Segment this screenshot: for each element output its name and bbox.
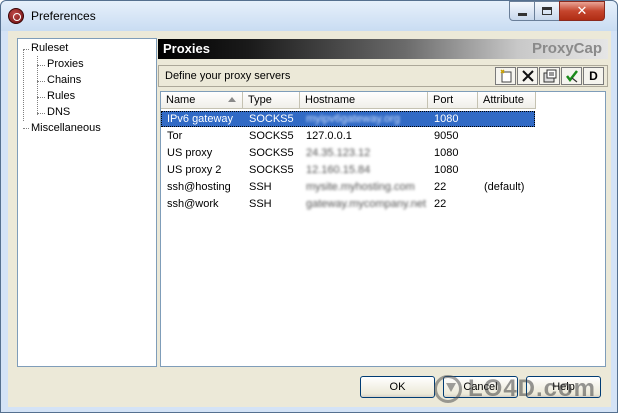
cell-port: 22 (434, 198, 447, 210)
new-icon (499, 69, 511, 83)
section-header: Proxies ProxyCap (158, 39, 608, 59)
table-row[interactable]: US proxy SOCKS5 24.35.123.12 1080 (161, 145, 535, 161)
cell-hostname: gateway.mycompany.net (306, 198, 427, 210)
default-proxy-button[interactable]: D (583, 67, 604, 85)
cell-hostname: 127.0.0.1 (306, 130, 352, 142)
proxy-properties-button[interactable] (539, 67, 560, 85)
cell-hostname: 12.160.15.84 (306, 164, 371, 176)
tree-line (37, 113, 45, 114)
lo4d-logo-icon (434, 375, 462, 403)
table-row[interactable]: US proxy 2 SOCKS5 12.160.15.84 1080 (161, 162, 535, 178)
proxycap-app-icon (8, 8, 24, 24)
maximize-button[interactable] (534, 1, 560, 21)
proxy-toolbar: Define your proxy servers D (158, 65, 608, 87)
window-title: Preferences (31, 9, 96, 23)
new-proxy-button[interactable] (495, 67, 516, 85)
cell-name: US proxy (167, 147, 213, 159)
sort-ascending-icon (228, 97, 236, 102)
cell-type: SOCKS5 (249, 113, 294, 125)
check-proxy-button[interactable] (561, 67, 582, 85)
cell-type: SSH (249, 198, 272, 210)
tree-line (37, 81, 45, 82)
d-icon: D (589, 69, 598, 83)
ok-button[interactable]: OK (360, 376, 435, 398)
maximize-icon (542, 7, 552, 15)
proxy-list[interactable]: Name Type Hostname Port Attribute IPv6 g… (160, 91, 606, 367)
column-name-label: Name (166, 94, 196, 106)
lo4d-watermark: LO4D.com (434, 371, 604, 407)
title-bar[interactable]: Preferences ✕ (1, 1, 617, 31)
cell-port: 22 (434, 181, 447, 193)
check-icon (565, 70, 578, 83)
tree-item-miscellaneous[interactable]: Miscellaneous (31, 122, 101, 135)
cell-port: 9050 (434, 130, 459, 142)
cell-name: US proxy 2 (167, 164, 222, 176)
tree-line (23, 128, 29, 129)
table-row[interactable]: ssh@hosting SSH mysite.myhosting.com 22 … (161, 179, 535, 195)
cell-name: IPv6 gateway (167, 113, 234, 125)
tree-item-proxies[interactable]: Proxies (47, 58, 84, 71)
cell-port: 1080 (434, 164, 459, 176)
column-type[interactable]: Type (243, 92, 300, 109)
delete-icon (521, 70, 534, 82)
tree-item-ruleset[interactable]: Ruleset (31, 42, 68, 55)
column-port[interactable]: Port (428, 92, 478, 109)
list-header: Name Type Hostname Port Attribute (161, 92, 605, 109)
column-hostname[interactable]: Hostname (300, 92, 428, 109)
close-icon: ✕ (576, 3, 588, 19)
tree-item-chains[interactable]: Chains (47, 74, 81, 87)
brand-label: ProxyCap (531, 40, 602, 57)
close-button[interactable]: ✕ (559, 1, 605, 21)
tree-line (37, 97, 45, 98)
table-row[interactable]: Tor SOCKS5 127.0.0.1 9050 (161, 128, 535, 144)
tree-line (23, 49, 29, 50)
tree-line (23, 49, 24, 121)
cell-hostname: mysite.myhosting.com (306, 181, 415, 193)
table-row[interactable]: IPv6 gateway SOCKS5 myipv6gateway.org 10… (161, 111, 535, 127)
settings-tree: Ruleset Proxies Chains Rules DNS Miscell… (17, 38, 157, 367)
preferences-window: Preferences ✕ Ruleset Proxies Chains Rul… (0, 0, 618, 413)
delete-proxy-button[interactable] (517, 67, 538, 85)
cell-type: SSH (249, 181, 272, 193)
column-attribute[interactable]: Attribute (478, 92, 536, 109)
cell-type: SOCKS5 (249, 164, 294, 176)
minimize-icon (517, 12, 527, 16)
table-row[interactable]: ssh@work SSH gateway.mycompany.net 22 (161, 196, 535, 212)
dialog-body: Ruleset Proxies Chains Rules DNS Miscell… (8, 31, 611, 407)
cell-port: 1080 (434, 113, 459, 125)
cell-type: SOCKS5 (249, 147, 294, 159)
cell-name: ssh@hosting (167, 181, 231, 193)
cell-attribute: (default) (484, 181, 525, 193)
properties-icon (543, 69, 556, 83)
cell-hostname: 24.35.123.12 (306, 147, 371, 159)
cell-port: 1080 (434, 147, 459, 159)
toolbar-label: Define your proxy servers (165, 70, 291, 82)
cell-name: ssh@work (167, 198, 219, 210)
cell-type: SOCKS5 (249, 130, 294, 142)
tree-line (37, 65, 45, 66)
minimize-button[interactable] (509, 1, 535, 21)
tree-item-rules[interactable]: Rules (47, 90, 75, 103)
cell-hostname: myipv6gateway.org (306, 113, 400, 125)
section-title: Proxies (163, 41, 210, 56)
tree-item-dns[interactable]: DNS (47, 106, 70, 119)
column-name[interactable]: Name (161, 92, 243, 109)
cell-name: Tor (167, 130, 183, 142)
watermark-text: LO4D.com (468, 375, 597, 402)
